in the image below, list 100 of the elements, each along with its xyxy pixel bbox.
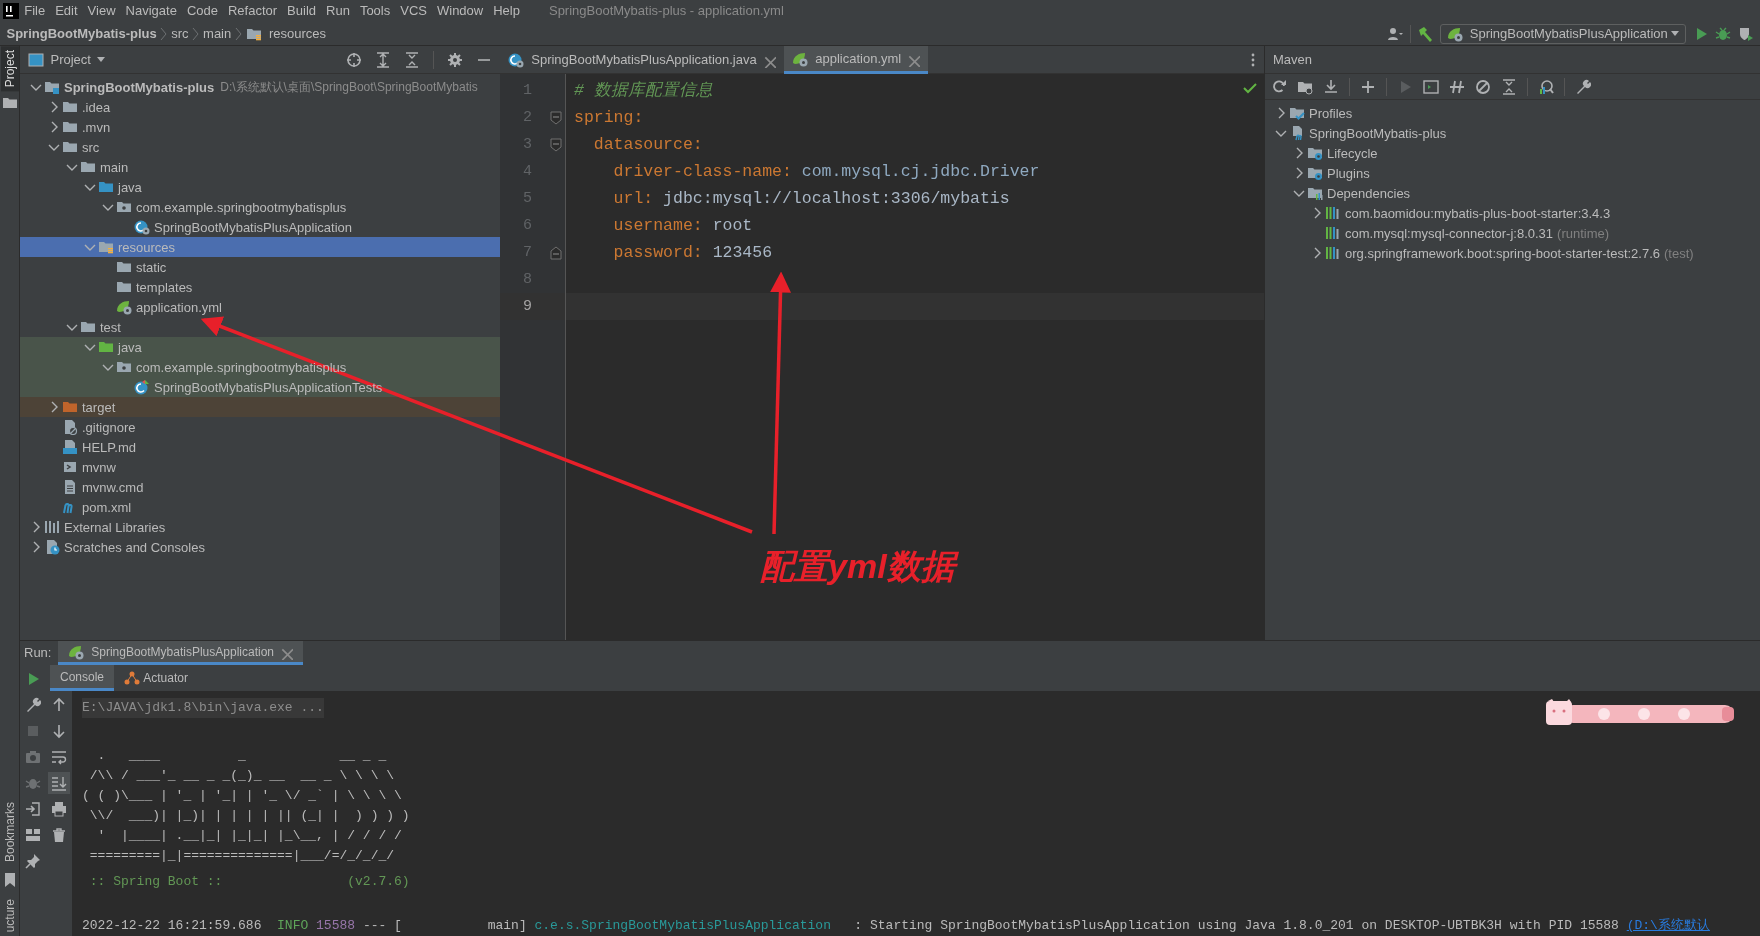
menu-item[interactable]: Build	[282, 0, 321, 22]
tree-row[interactable]: Scratches and Consoles	[20, 537, 500, 558]
tool-window-tab[interactable]: Project	[0, 46, 19, 92]
down-arrow-icon[interactable]	[51, 723, 67, 739]
text-file-icon	[62, 479, 78, 496]
module-folder-icon	[44, 79, 60, 96]
tool-window-tab[interactable]: ucture	[0, 894, 19, 936]
layout-icon[interactable]	[25, 827, 41, 843]
toggle-offline-icon[interactable]	[1449, 78, 1465, 95]
tree-row[interactable]: Dependencies	[1265, 183, 1760, 204]
item-label: Scratches and Consoles	[64, 538, 205, 557]
tree-row[interactable]: application.yml	[20, 297, 500, 318]
item-label: test	[100, 318, 121, 337]
pin-icon[interactable]	[25, 853, 41, 869]
app-logo-icon	[3, 3, 20, 19]
tree-row[interactable]: pom.xml	[20, 497, 500, 518]
download-icon[interactable]	[1323, 78, 1339, 95]
tree-row[interactable]: Profiles	[1265, 103, 1760, 124]
user-icon[interactable]	[1387, 25, 1403, 42]
scroll-to-end-icon[interactable]	[51, 775, 67, 791]
menu-item[interactable]: VCS	[395, 0, 432, 22]
banner-line: /\\ / ___'_ __ _ _(_)_ __ __ _ \ \ \ \	[88, 767, 396, 786]
item-label: resources	[118, 238, 176, 257]
reload-icon[interactable]	[1271, 78, 1287, 95]
hammer-icon[interactable]	[1417, 25, 1433, 42]
menu-item[interactable]: Refactor	[222, 0, 283, 22]
collapse-all-icon[interactable]	[404, 51, 420, 68]
editor-tab[interactable]: application.yml	[783, 46, 929, 74]
expand-all-icon[interactable]	[375, 51, 391, 68]
code-line: password: 123456	[612, 242, 773, 265]
tree-row[interactable]: src	[20, 137, 500, 158]
menu-item[interactable]: Edit	[50, 0, 83, 22]
tree-row[interactable]: SpringBootMybatis-plus D:\系统默认\桌面\SpringBoot\SpringBootMybatis	[20, 77, 500, 98]
item-label: org.springframework.boot:spring-boot-starter-test:2.7.6	[1345, 244, 1661, 263]
menu-item[interactable]: Window	[431, 0, 489, 22]
breadcrumb-item[interactable]: main	[203, 23, 232, 44]
tree-row[interactable]: main	[20, 157, 500, 178]
tree-row[interactable]: templates	[20, 277, 500, 298]
tree-row[interactable]: SpringBootMybatisPlusApplication	[20, 217, 500, 238]
tab-label: application.yml	[815, 49, 902, 68]
tree-row[interactable]: .mvn	[20, 117, 500, 138]
soft-wrap-icon[interactable]	[51, 749, 67, 765]
debug-icon[interactable]	[1715, 25, 1731, 42]
up-arrow-icon[interactable]	[51, 697, 67, 713]
coverage-icon[interactable]	[1737, 25, 1754, 42]
attach-icon[interactable]	[25, 801, 41, 817]
tree-row[interactable]: mvnw.cmd	[20, 477, 500, 498]
breadcrumb-item[interactable]: src	[171, 23, 189, 44]
settings-icon[interactable]	[447, 51, 463, 68]
dependencies-folder-icon	[1307, 185, 1323, 202]
markdown-file-icon	[62, 439, 78, 456]
tree-row[interactable]: mvnw	[20, 457, 500, 478]
tree-row[interactable]: static	[20, 257, 500, 278]
banner-line: ( ( )\___ | '_ | '_| | '_ \/ _` | \ \ \ \	[82, 787, 403, 806]
item-label: mvnw.cmd	[82, 478, 144, 497]
caret-icon[interactable]	[97, 57, 106, 62]
console-tab[interactable]: Actuator	[114, 665, 198, 691]
breadcrumb-item[interactable]: SpringBootMybatis-plus	[6, 23, 157, 44]
tree-row[interactable]: com.example.springbootmybatisplus	[20, 197, 500, 218]
tree-row[interactable]: java	[20, 177, 500, 198]
tree-row[interactable]: target	[20, 397, 500, 418]
wrench-icon[interactable]	[25, 697, 41, 713]
add-icon[interactable]	[1360, 78, 1376, 95]
menu-item[interactable]: View	[82, 0, 121, 22]
config-file-icon	[116, 299, 132, 316]
tree-row[interactable]: java	[20, 337, 500, 358]
menu-item[interactable]: Navigate	[120, 0, 182, 22]
panel-title[interactable]: Project	[50, 49, 91, 70]
tree-row[interactable]: External Libraries	[20, 517, 500, 538]
tree-row[interactable]: Plugins	[1265, 163, 1760, 184]
run-tab[interactable]: SpringBootMybatisPlusApplication	[57, 641, 304, 665]
tree-row[interactable]: com.baomidou:mybatis-plus-boot-starter:3.4.3	[1265, 203, 1760, 224]
run-config-select[interactable]: SpringBootMybatisPlusApplication	[1439, 23, 1686, 44]
tree-row[interactable]: .gitignore	[20, 417, 500, 438]
wrench-icon[interactable]	[1575, 78, 1591, 95]
locate-icon[interactable]	[346, 51, 362, 68]
tool-window-tab[interactable]: Bookmarks	[0, 797, 19, 866]
trash-icon[interactable]	[51, 827, 67, 843]
breadcrumb-item[interactable]: resources	[269, 23, 327, 44]
tree-row[interactable]: Lifecycle	[1265, 143, 1760, 164]
menu-item[interactable]: Code	[181, 0, 223, 22]
skip-tests-icon[interactable]	[1475, 78, 1491, 95]
tree-row[interactable]: com.mysql:mysql-connector-j:8.0.31 (runtime)	[1265, 223, 1760, 244]
tree-row[interactable]: org.springframework.boot:spring-boot-starter-test:2.7.6 (test)	[1265, 243, 1760, 264]
tree-row[interactable]: .idea	[20, 97, 500, 118]
menu-item[interactable]: File	[19, 0, 51, 22]
tree-row[interactable]: SpringBootMybatis-plus	[1265, 123, 1760, 144]
editor-tab[interactable]: SpringBootMybatisPlusApplication.java	[500, 46, 784, 74]
collapse-all-icon[interactable]	[1501, 78, 1517, 95]
tree-row[interactable]: HELP.md	[20, 437, 500, 458]
menu-item[interactable]: Help	[488, 0, 525, 22]
analyze-icon[interactable]	[1538, 78, 1554, 95]
print-icon[interactable]	[51, 801, 67, 817]
console-tab[interactable]: Console	[50, 665, 115, 691]
menu-item[interactable]: Run	[321, 0, 355, 22]
item-label: .idea	[82, 98, 111, 117]
class-icon	[508, 52, 524, 68]
terminal-icon[interactable]	[1423, 78, 1439, 95]
menu-item[interactable]: Tools	[354, 0, 396, 22]
tree-row[interactable]: test	[20, 317, 500, 338]
